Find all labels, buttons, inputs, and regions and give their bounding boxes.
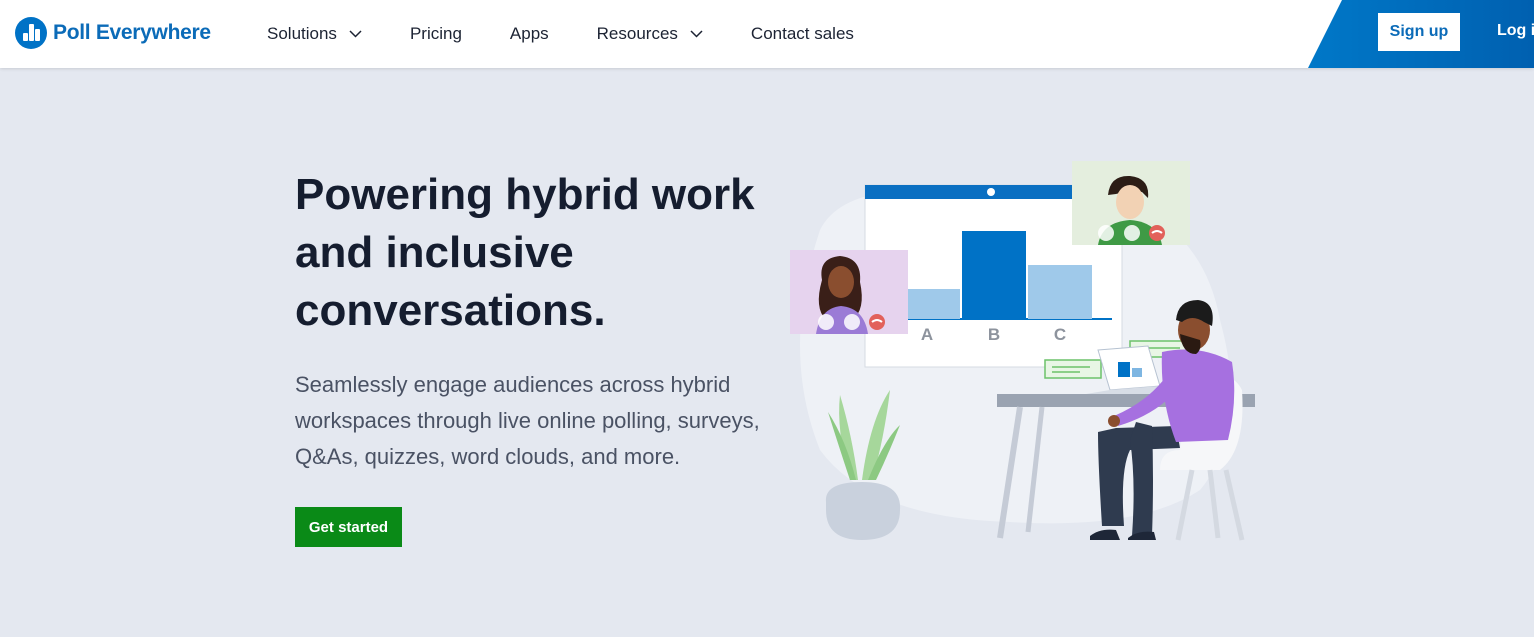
hero-title: Powering hybrid work and inclusive conve… [295,170,755,335]
nav-item-label: Contact sales [750,24,854,43]
nav-item-contact-sales[interactable]: Contact sales [751,24,854,44]
top-navigation: Poll Everywhere Solutions Pricing Apps R… [0,0,1534,68]
chevron-down-icon [690,30,703,38]
bar-a [908,289,960,319]
bar-label-b: B [988,325,1000,344]
hybrid-meeting-illustration: A B C [790,161,1255,541]
hero-subtitle: Seamlessly engage audiences across hybri… [295,372,760,469]
bar-b [962,231,1026,319]
nav-item-resources[interactable]: Resources [597,24,703,44]
log-in-link[interactable]: Log in [1497,22,1534,40]
main-menu: Solutions Pricing Apps Resources Contact… [267,0,902,68]
logo-link[interactable]: Poll Everywhere [15,16,211,50]
bar-label-c: C [1054,325,1066,344]
get-started-button[interactable]: Get started [295,507,402,547]
bar-label-a: A [921,325,933,344]
sign-up-button[interactable]: Sign up [1378,13,1460,51]
bar-c [1028,265,1092,319]
brand-name: Poll Everywhere [53,21,211,44]
nav-item-pricing[interactable]: Pricing [410,24,462,44]
nav-item-apps[interactable]: Apps [510,24,549,44]
video-tile-woman [790,250,908,334]
nav-item-label: Solutions [267,24,337,43]
chevron-down-icon [349,30,362,38]
video-tile-man [1072,161,1190,245]
nav-item-label: Apps [509,24,549,43]
nav-item-label: Pricing [409,24,462,43]
poll-everywhere-logo-icon [15,17,47,49]
nav-item-label: Resources [596,24,678,43]
nav-item-solutions[interactable]: Solutions [267,24,362,44]
